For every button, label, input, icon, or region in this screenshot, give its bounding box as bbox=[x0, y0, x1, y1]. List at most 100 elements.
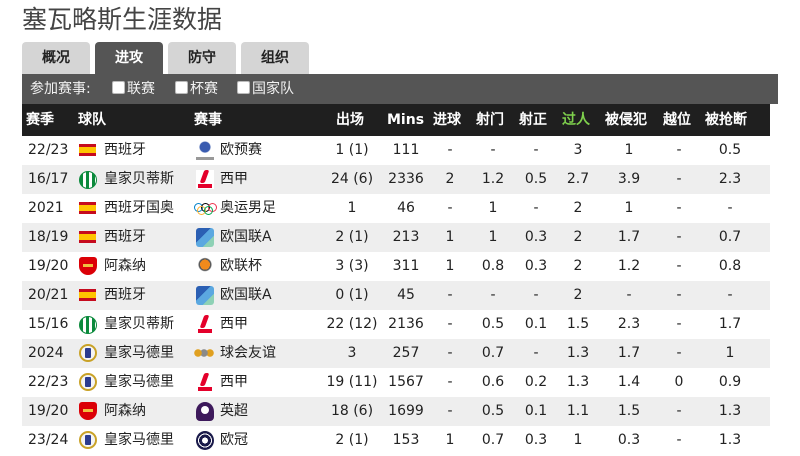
apps-cell: 1 bbox=[347, 200, 357, 216]
competition-cell[interactable]: 欧国联A bbox=[220, 281, 272, 310]
col-shots-on-target[interactable]: 射正 bbox=[519, 104, 547, 136]
season-cell: 19/20 bbox=[28, 258, 69, 274]
tab-organization[interactable]: 组织 bbox=[241, 42, 309, 74]
team-cell[interactable]: 西班牙 bbox=[104, 136, 146, 165]
mins-cell: 46 bbox=[397, 200, 415, 216]
table-row: 2021 西班牙国奥 奥运男足 1 46 - 1 - 2 1 - - bbox=[22, 194, 770, 223]
arsenal-crest-icon bbox=[79, 257, 97, 275]
dispossessed-cell: - bbox=[727, 200, 733, 216]
national-team-checkbox[interactable] bbox=[237, 81, 250, 94]
competition-cell[interactable]: 英超 bbox=[220, 397, 248, 426]
league-checkbox[interactable] bbox=[112, 81, 125, 94]
tab-attack[interactable]: 进攻 bbox=[95, 42, 163, 74]
mins-cell: 111 bbox=[392, 142, 420, 158]
dribbles-cell: 2.7 bbox=[566, 171, 590, 187]
offsides-cell: - bbox=[676, 171, 682, 187]
dribbles-cell: 1 bbox=[573, 432, 583, 448]
spain-flag-icon bbox=[79, 231, 96, 243]
tab-overview[interactable]: 概况 bbox=[22, 42, 90, 74]
apps-cell: 18 (6) bbox=[330, 403, 374, 419]
premier-league-icon bbox=[196, 402, 214, 421]
team-cell[interactable]: 阿森纳 bbox=[104, 397, 146, 426]
col-competition[interactable]: 赛事 bbox=[194, 104, 222, 136]
col-season[interactable]: 赛季 bbox=[26, 104, 54, 136]
team-cell[interactable]: 皇家贝蒂斯 bbox=[104, 310, 174, 339]
competition-cell[interactable]: 西甲 bbox=[220, 368, 248, 397]
col-fouled[interactable]: 被侵犯 bbox=[605, 104, 647, 136]
competition-cell[interactable]: 欧联杯 bbox=[220, 252, 262, 281]
dispossessed-cell: 1.7 bbox=[718, 316, 742, 332]
fouled-cell: 1.2 bbox=[617, 258, 641, 274]
mins-cell: 2336 bbox=[388, 171, 424, 187]
apps-cell: 1 (1) bbox=[335, 142, 369, 158]
apps-cell: 19 (11) bbox=[326, 374, 378, 390]
col-minutes[interactable]: Mins bbox=[387, 104, 424, 136]
table-row: 16/17 皇家贝蒂斯 西甲 24 (6) 2336 2 1.2 0.5 2.7… bbox=[22, 165, 770, 194]
competition-cell[interactable]: 欧预赛 bbox=[220, 136, 262, 165]
dispossessed-cell: 0.9 bbox=[718, 374, 742, 390]
competition-cell[interactable]: 欧国联A bbox=[220, 223, 272, 252]
goals-cell: 1 bbox=[445, 432, 455, 448]
filter-cup[interactable]: 杯赛 bbox=[175, 74, 218, 104]
filter-national-team[interactable]: 国家队 bbox=[237, 74, 294, 104]
competition-cell[interactable]: 奥运男足 bbox=[220, 194, 276, 223]
team-cell[interactable]: 皇家马德里 bbox=[104, 339, 174, 368]
team-cell[interactable]: 皇家马德里 bbox=[104, 368, 174, 397]
dribbles-cell: 1.5 bbox=[566, 316, 590, 332]
mins-cell: 1699 bbox=[388, 403, 424, 419]
shots-cell: 1 bbox=[488, 229, 498, 245]
fouled-cell: 0.3 bbox=[617, 432, 641, 448]
table-row: 19/20 阿森纳 英超 18 (6) 1699 - 0.5 0.1 1.1 1… bbox=[22, 397, 770, 426]
goals-cell: 1 bbox=[445, 229, 455, 245]
apps-cell: 24 (6) bbox=[330, 171, 374, 187]
col-shots[interactable]: 射门 bbox=[476, 104, 504, 136]
dribbles-cell: 2 bbox=[573, 200, 583, 216]
dribbles-cell: 2 bbox=[573, 287, 583, 303]
spain-flag-icon bbox=[79, 144, 96, 156]
team-cell[interactable]: 阿森纳 bbox=[104, 252, 146, 281]
shots-on-target-cell: - bbox=[533, 287, 539, 303]
competition-cell[interactable]: 西甲 bbox=[220, 165, 248, 194]
shots-on-target-cell: 0.3 bbox=[524, 258, 548, 274]
shots-on-target-cell: 0.1 bbox=[524, 403, 548, 419]
cup-checkbox[interactable] bbox=[175, 81, 188, 94]
champions-league-icon bbox=[196, 431, 214, 450]
team-cell[interactable]: 西班牙 bbox=[104, 223, 146, 252]
filter-national-team-label: 国家队 bbox=[252, 81, 294, 97]
laliga-icon bbox=[196, 170, 214, 189]
spain-flag-icon bbox=[79, 289, 96, 301]
goals-cell: - bbox=[447, 403, 453, 419]
filter-league[interactable]: 联赛 bbox=[112, 74, 155, 104]
team-cell[interactable]: 皇家马德里 bbox=[104, 426, 174, 455]
col-dispossessed[interactable]: 被抢断 bbox=[705, 104, 747, 136]
offsides-cell: - bbox=[676, 142, 682, 158]
goals-cell: - bbox=[447, 345, 453, 361]
team-cell[interactable]: 西班牙 bbox=[104, 281, 146, 310]
apps-cell: 3 (3) bbox=[335, 258, 369, 274]
team-cell[interactable]: 皇家贝蒂斯 bbox=[104, 165, 174, 194]
shots-on-target-cell: 0.5 bbox=[524, 171, 548, 187]
col-dribbles[interactable]: 过人 bbox=[562, 104, 590, 136]
shots-cell: 1 bbox=[488, 200, 498, 216]
competition-cell[interactable]: 西甲 bbox=[220, 310, 248, 339]
team-cell[interactable]: 西班牙国奥 bbox=[104, 194, 174, 223]
filter-label: 参加赛事: bbox=[30, 81, 91, 97]
shots-cell: 0.6 bbox=[481, 374, 505, 390]
tab-defense[interactable]: 防守 bbox=[168, 42, 236, 74]
apps-cell: 0 (1) bbox=[335, 287, 369, 303]
shots-cell: - bbox=[490, 142, 496, 158]
competition-cell[interactable]: 欧冠 bbox=[220, 426, 248, 455]
offsides-cell: - bbox=[676, 200, 682, 216]
col-offsides[interactable]: 越位 bbox=[663, 104, 691, 136]
table-row: 2024 皇家马德里 球会友谊 3 257 - 0.7 - 1.3 1.7 - … bbox=[22, 339, 770, 368]
col-appearances[interactable]: 出场 bbox=[336, 104, 364, 136]
season-cell: 15/16 bbox=[28, 316, 69, 332]
col-team[interactable]: 球队 bbox=[78, 104, 106, 136]
offsides-cell: - bbox=[676, 316, 682, 332]
dispossessed-cell: 0.8 bbox=[718, 258, 742, 274]
fouled-cell: 1.7 bbox=[617, 345, 641, 361]
col-goals[interactable]: 进球 bbox=[433, 104, 461, 136]
dribbles-cell: 2 bbox=[573, 229, 583, 245]
competition-cell[interactable]: 球会友谊 bbox=[220, 339, 276, 368]
fouled-cell: 3.9 bbox=[617, 171, 641, 187]
